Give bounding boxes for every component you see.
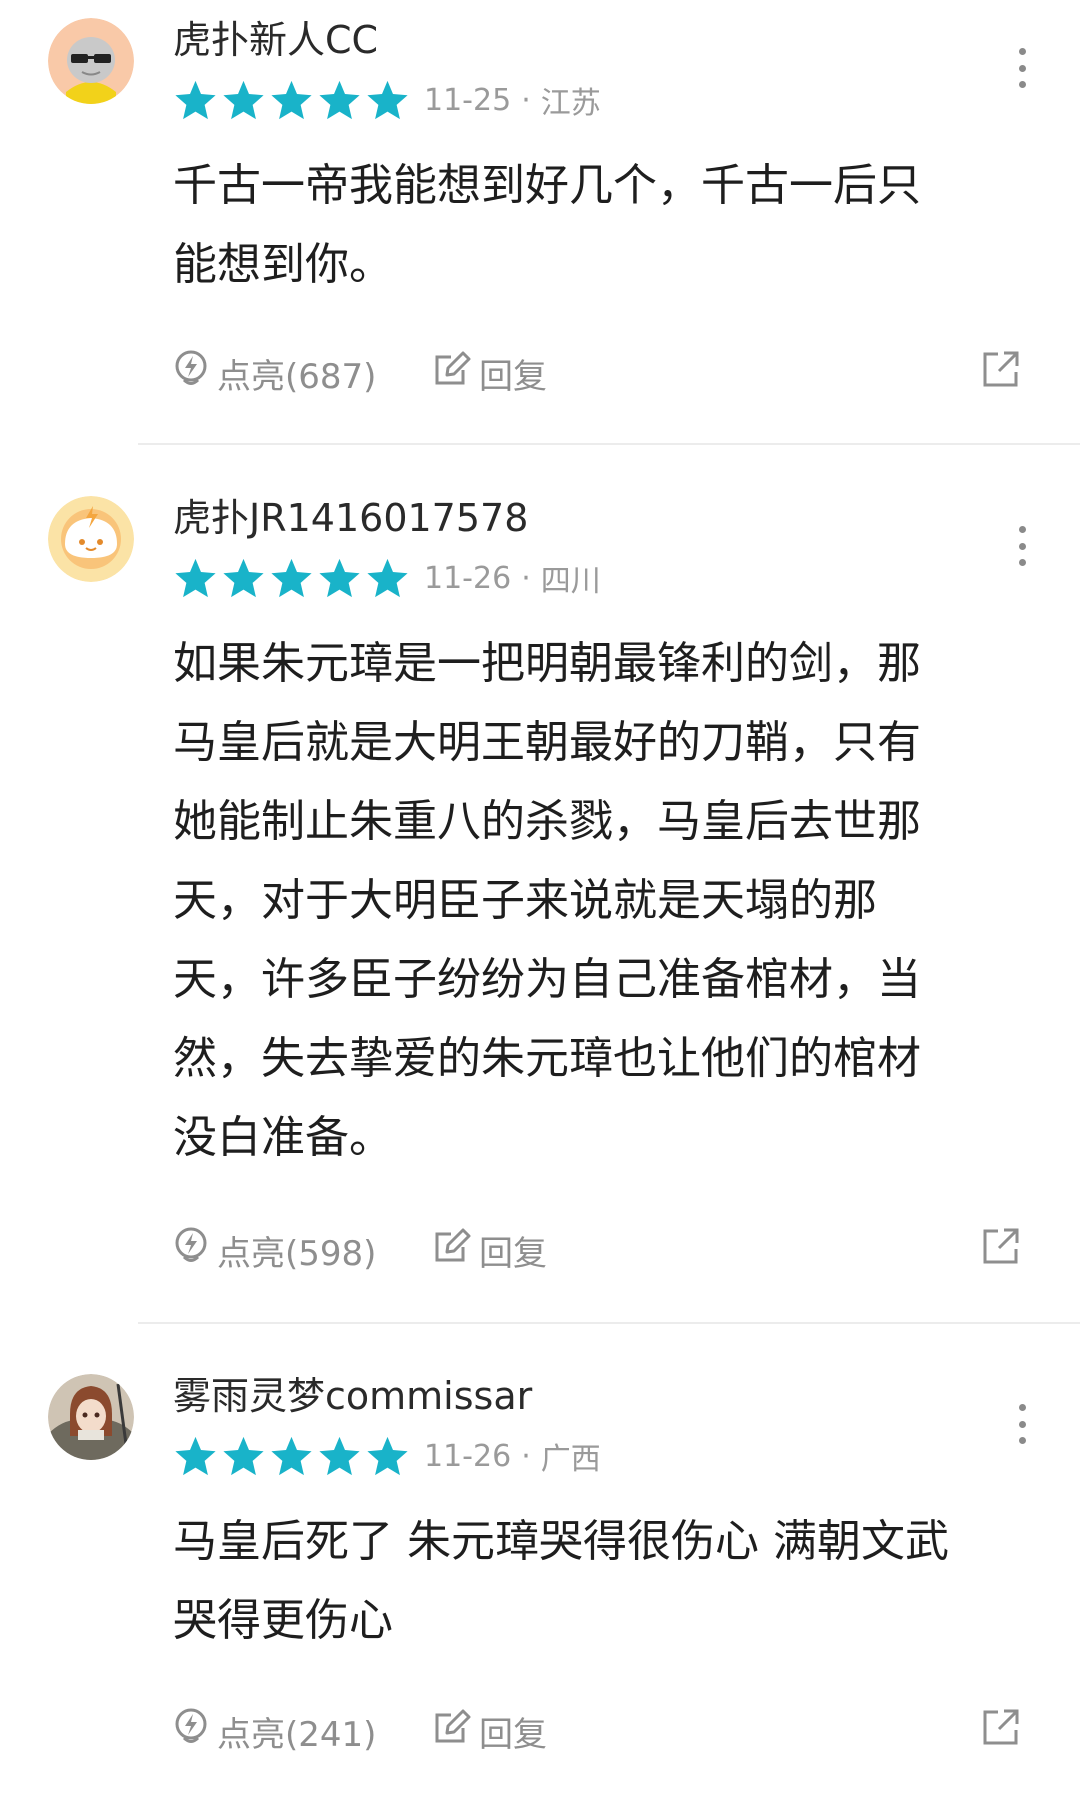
comment-text-line: 能想到你。: [173, 239, 393, 290]
comment-text: 马皇后死了 朱元璋哭得很伤心 满朝文武 哭得更伤心: [173, 1502, 1023, 1660]
star-icon: [319, 558, 360, 598]
comment-text-line: 没白准备。: [173, 1112, 393, 1163]
share-icon: [982, 1227, 1028, 1274]
comment-date: 11-26: [424, 1438, 512, 1474]
meta-separator: ·: [521, 1438, 531, 1474]
comment-text-line: 天，许多臣子纷纷为自己准备棺材，当: [173, 954, 921, 1005]
share-icon: [982, 350, 1028, 397]
username[interactable]: 雾雨灵梦commissar: [173, 1370, 532, 1422]
avatar[interactable]: [48, 1374, 134, 1460]
reply-button[interactable]: 回复: [433, 1707, 547, 1756]
avatar[interactable]: [48, 496, 134, 582]
share-icon: [982, 1708, 1028, 1755]
lightning-bulb-icon: [173, 1707, 217, 1756]
reply-label: 回复: [479, 1233, 547, 1274]
star-icon: [271, 558, 312, 598]
light-button[interactable]: 点亮(687): [173, 349, 403, 398]
comment-date: 11-26: [424, 560, 512, 596]
meta-separator: ·: [521, 82, 531, 118]
reply-button[interactable]: 回复: [433, 349, 547, 398]
star-icon: [319, 1436, 360, 1476]
comment-meta: 11-26 · 四川: [173, 556, 601, 600]
comment-text-line: 然，失去挚爱的朱元璋也让他们的棺材: [173, 1033, 921, 1084]
light-button[interactable]: 点亮(241): [173, 1707, 403, 1756]
comment-text-line: 天，对于大明臣子来说就是天塌的那: [173, 875, 877, 926]
share-button[interactable]: [982, 350, 1028, 397]
comment-location: 江苏: [540, 86, 601, 121]
comment-actions: 点亮(687) 回复: [173, 343, 1028, 403]
more-vertical-icon[interactable]: [1010, 526, 1034, 566]
light-count-label: 点亮(687): [217, 356, 377, 397]
comment-date: 11-25: [424, 82, 512, 118]
comment-text: 千古一帝我能想到好几个，千古一后只 能想到你。: [173, 146, 1023, 304]
star-icon: [175, 80, 216, 120]
edit-icon: [433, 350, 479, 397]
avatar[interactable]: [48, 18, 134, 104]
lightning-bulb-icon: [173, 1226, 217, 1275]
light-count-label: 点亮(598): [217, 1233, 377, 1274]
comment-item: 雾雨灵梦commissar 11-26 · 广西 马皇后死了 朱元璋哭得很伤心 …: [0, 1356, 1080, 1802]
username[interactable]: 虎扑JR1416017578: [173, 492, 528, 544]
comment-meta: 11-26 · 广西: [173, 1434, 601, 1478]
comment-item: 虎扑新人CC 11-25 · 江苏 千古一帝我能想到好几个，千古一后只 能想到你…: [0, 0, 1080, 440]
comment-text: 如果朱元璋是一把明朝最锋利的剑，那 马皇后就是大明王朝最好的刀鞘，只有 她能制止…: [173, 624, 1023, 1177]
comment-text-line: 马皇后死了 朱元璋哭得很伤心 满朝文武: [173, 1516, 949, 1567]
light-button[interactable]: 点亮(598): [173, 1226, 403, 1275]
star-icon: [223, 558, 264, 598]
star-icon: [367, 1436, 408, 1476]
comment-text-line: 千古一帝我能想到好几个，千古一后只: [173, 160, 921, 211]
rating-stars: [173, 79, 410, 121]
username[interactable]: 虎扑新人CC: [173, 14, 378, 66]
comment-text-line: 她能制止朱重八的杀戮，马皇后去世那: [173, 796, 921, 847]
comment-actions: 点亮(598) 回复: [173, 1220, 1028, 1280]
star-icon: [367, 558, 408, 598]
meta-separator: ·: [521, 560, 531, 596]
divider: [138, 443, 1080, 445]
reply-label: 回复: [479, 1714, 547, 1755]
rating-stars: [173, 557, 410, 599]
edit-icon: [433, 1227, 479, 1274]
star-icon: [175, 1436, 216, 1476]
star-icon: [223, 1436, 264, 1476]
star-icon: [223, 80, 264, 120]
light-count-label: 点亮(241): [217, 1714, 377, 1755]
star-icon: [271, 1436, 312, 1476]
rating-stars: [173, 1435, 410, 1477]
reply-label: 回复: [479, 356, 547, 397]
lightning-bulb-icon: [173, 349, 217, 398]
comment-item: 虎扑JR1416017578 11-26 · 四川 如果朱元璋是一把明朝最锋利的…: [0, 478, 1080, 1318]
comment-text-line: 如果朱元璋是一把明朝最锋利的剑，那: [173, 638, 921, 689]
star-icon: [367, 80, 408, 120]
comment-location: 广西: [540, 1442, 601, 1477]
edit-icon: [433, 1708, 479, 1755]
share-button[interactable]: [982, 1227, 1028, 1274]
more-vertical-icon[interactable]: [1010, 48, 1034, 88]
reply-button[interactable]: 回复: [433, 1226, 547, 1275]
share-button[interactable]: [982, 1708, 1028, 1755]
star-icon: [175, 558, 216, 598]
comment-text-line: 哭得更伤心: [173, 1595, 393, 1646]
divider: [138, 1322, 1080, 1324]
comment-text-line: 马皇后就是大明王朝最好的刀鞘，只有: [173, 717, 921, 768]
comment-meta: 11-25 · 江苏: [173, 78, 601, 122]
comment-actions: 点亮(241) 回复: [173, 1701, 1028, 1761]
comment-location: 四川: [540, 564, 601, 599]
more-vertical-icon[interactable]: [1010, 1404, 1034, 1444]
star-icon: [271, 80, 312, 120]
star-icon: [319, 80, 360, 120]
